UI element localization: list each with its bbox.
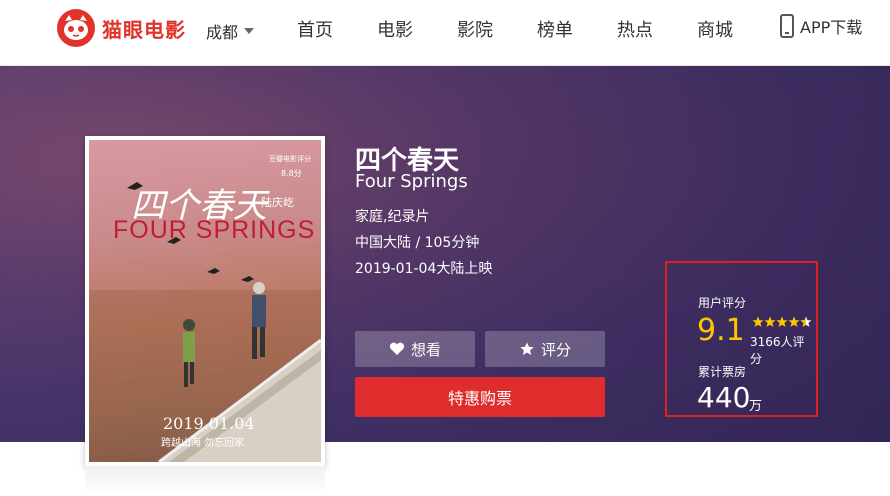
city-selector[interactable]: 成都 <box>206 19 255 43</box>
app-download-label: APP下载 <box>800 18 863 37</box>
movie-poster[interactable]: 四个春天 陆庆屹 FOUR SPRINGS 豆瓣电影评分 8.8分 2019.0… <box>85 136 325 466</box>
rate-button[interactable]: 评分 <box>485 331 605 367</box>
box-office-value: 440 <box>697 381 751 414</box>
rating-count: 3166人评分 <box>750 335 805 366</box>
poster-image: 四个春天 陆庆屹 FOUR SPRINGS 豆瓣电影评分 8.8分 2019.0… <box>89 140 321 462</box>
nav-rankings[interactable]: 榜单 <box>537 16 573 42</box>
movie-region-duration: 中国大陆 / 105分钟 <box>355 235 480 251</box>
star-icon <box>520 342 534 355</box>
nav-movies[interactable]: 电影 <box>377 16 413 42</box>
phone-icon <box>780 14 794 38</box>
brand-name: 猫眼电影 <box>102 17 186 42</box>
app-download-link[interactable]: APP下载 <box>780 14 862 38</box>
nav-hot[interactable]: 热点 <box>617 16 653 42</box>
city-label: 成都 <box>206 23 239 42</box>
chevron-down-icon <box>244 28 255 34</box>
poster-award-score: 8.8分 <box>281 169 302 178</box>
stars-icon <box>752 316 812 327</box>
movie-english-title: Four Springs <box>355 171 468 192</box>
poster-award-label: 豆瓣电影评分 <box>269 155 311 163</box>
poster-tagline: 跨越山海 勿忘回家 <box>161 438 245 449</box>
movie-release-date: 2019-01-04大陆上映 <box>355 261 493 277</box>
box-office-label: 累计票房 <box>698 365 747 379</box>
poster-date: 2019.01.04 <box>163 414 255 433</box>
brand-logo[interactable]: 猫眼电影 <box>56 8 186 48</box>
rate-label: 评分 <box>540 340 571 359</box>
buy-ticket-label: 特惠购票 <box>447 389 512 408</box>
nav-cinemas[interactable]: 影院 <box>457 16 493 42</box>
poster-reflection <box>85 466 325 496</box>
nav-mall[interactable]: 商城 <box>697 16 733 42</box>
rating-panel: 用户评分 9.1 3166人评分 累计票房 440 万 <box>665 261 818 417</box>
poster-director: 陆庆屹 <box>261 196 294 209</box>
movie-genres: 家庭,纪录片 <box>355 209 430 225</box>
want-to-see-label: 想看 <box>410 340 441 359</box>
poster-english-title: FOUR SPRINGS <box>113 216 316 244</box>
want-to-see-button[interactable]: 想看 <box>355 331 475 367</box>
user-rating-label: 用户评分 <box>698 296 747 310</box>
star-rating <box>752 316 812 328</box>
top-header: 猫眼电影 成都 首页 电影 影院 榜单 热点 商城 APP下载 <box>0 0 890 66</box>
user-score: 9.1 <box>697 313 745 348</box>
cat-logo-icon <box>57 9 95 47</box>
heart-icon <box>389 342 405 355</box>
buy-ticket-button[interactable]: 特惠购票 <box>355 377 605 417</box>
box-office-unit: 万 <box>749 399 763 414</box>
nav-home[interactable]: 首页 <box>297 16 333 42</box>
